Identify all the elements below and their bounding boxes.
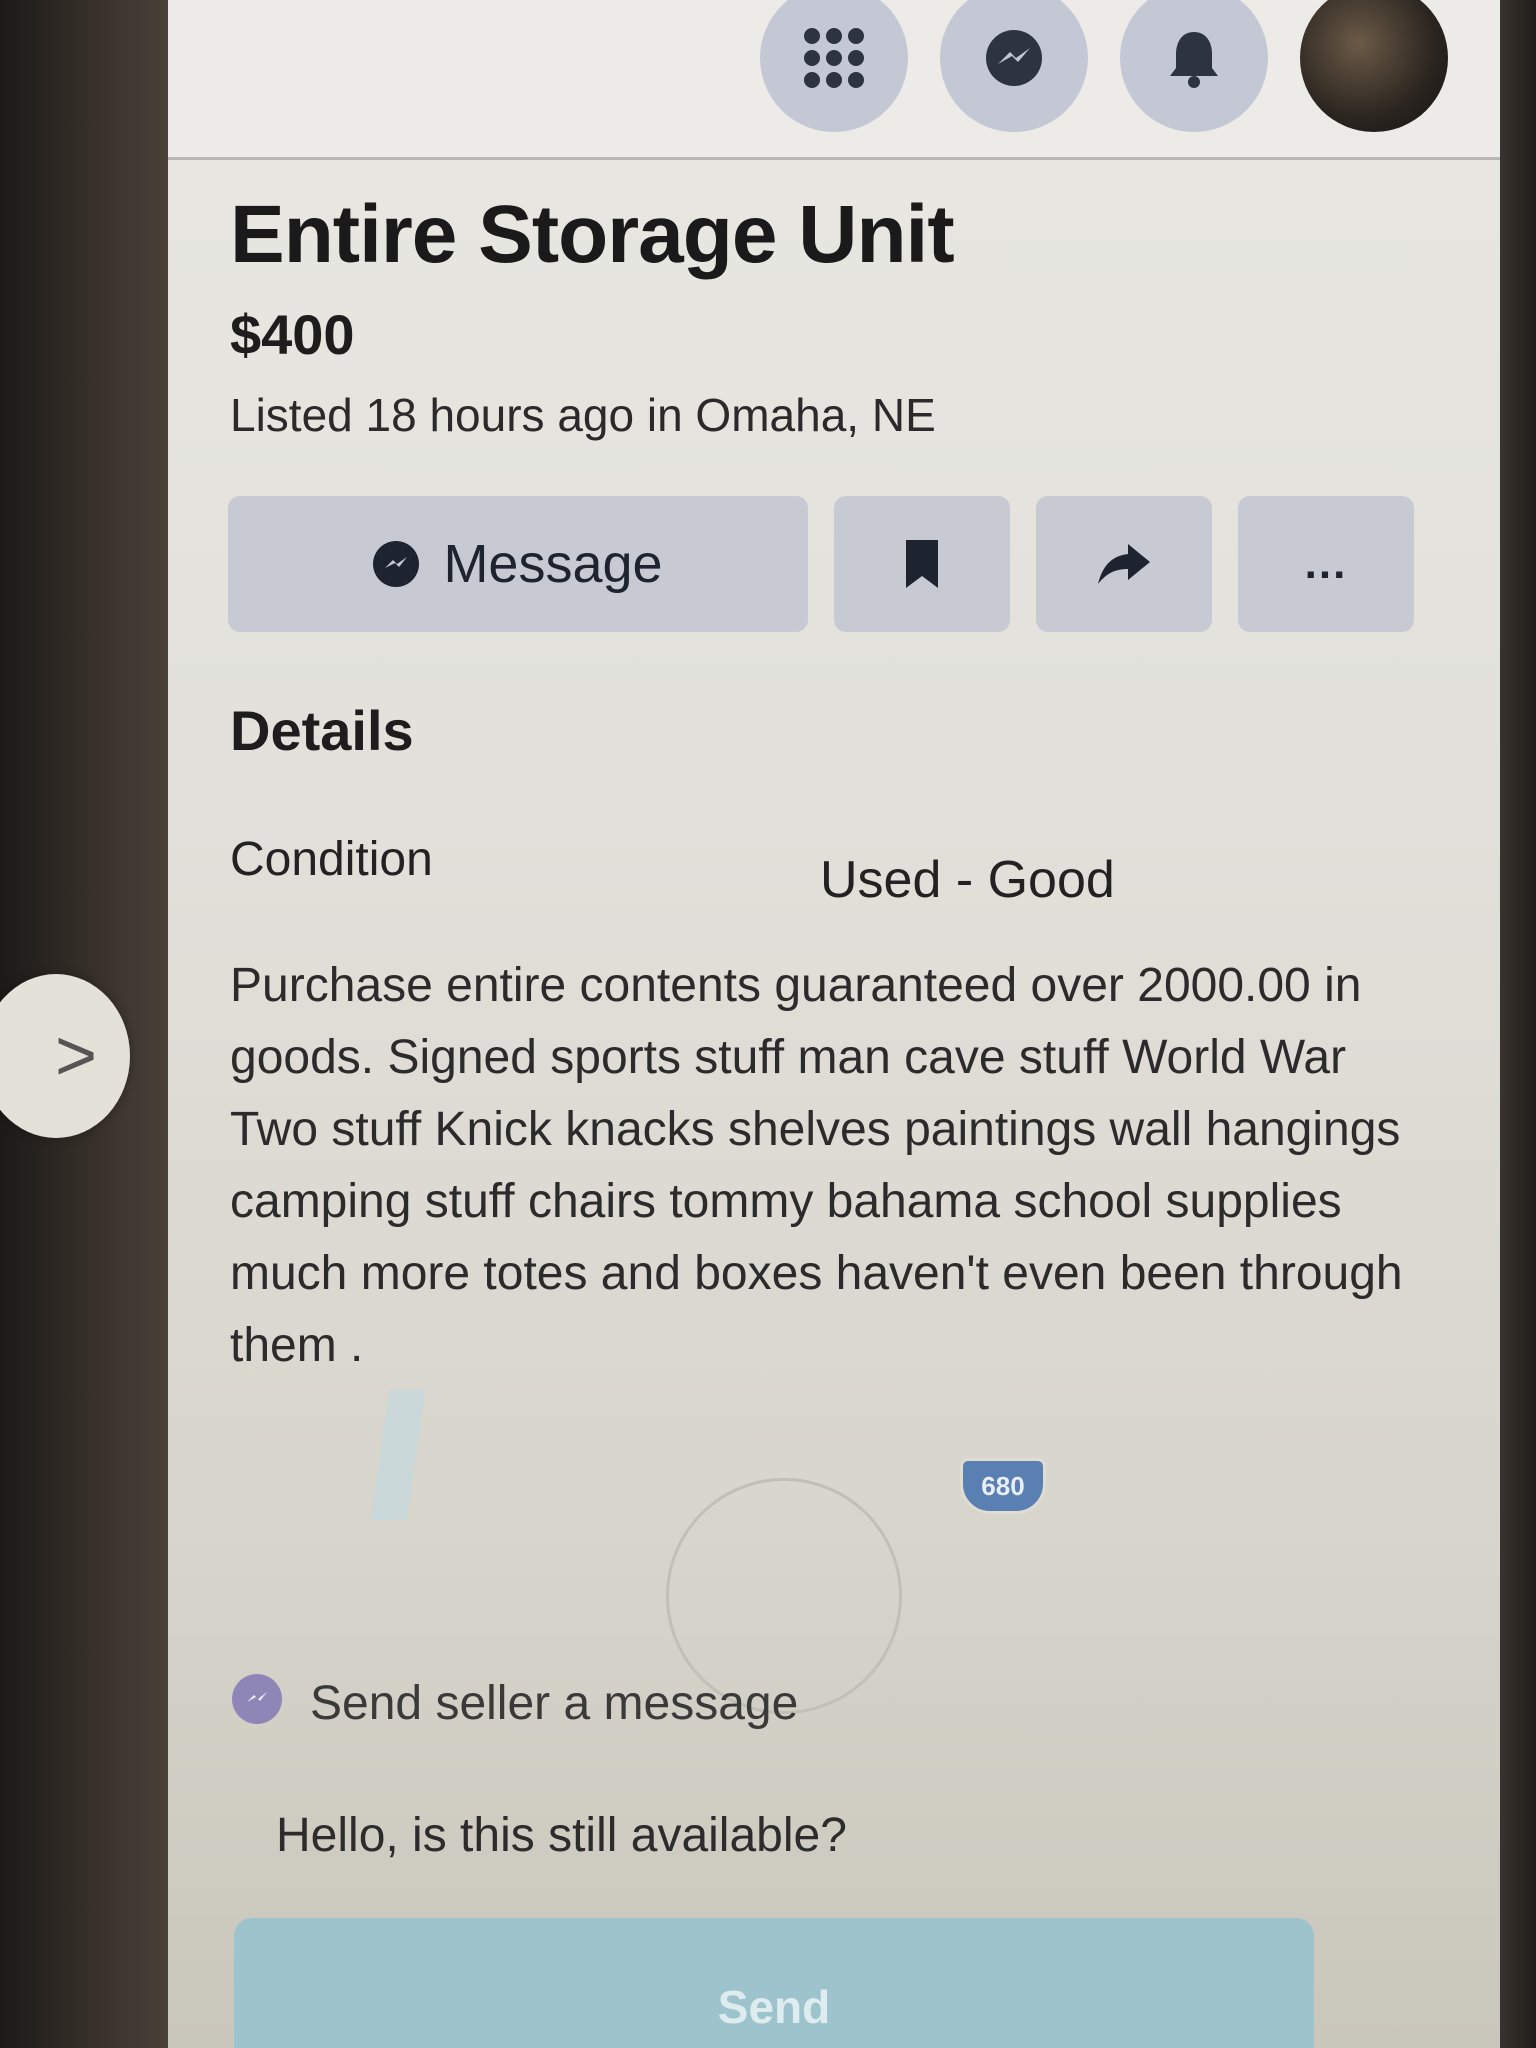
bookmark-icon bbox=[906, 540, 938, 588]
message-button-label: Message bbox=[443, 534, 663, 594]
messenger-icon bbox=[373, 541, 420, 587]
top-navigation-bar bbox=[168, 0, 1500, 160]
condition-label: Condition bbox=[230, 833, 433, 886]
send-button[interactable]: Send bbox=[234, 1918, 1314, 2048]
send-seller-message-label: Send seller a message bbox=[310, 1677, 799, 1730]
message-button[interactable]: Message bbox=[228, 496, 808, 632]
share-icon bbox=[1098, 544, 1150, 584]
listing-description: Purchase entire contents guaranteed over… bbox=[230, 959, 1403, 1372]
messenger-icon bbox=[232, 1674, 282, 1724]
more-icon: ... bbox=[1304, 539, 1348, 588]
save-button[interactable] bbox=[834, 496, 1010, 632]
menu-icon[interactable] bbox=[760, 0, 908, 132]
notifications-icon[interactable] bbox=[1120, 0, 1268, 132]
seller-message-input[interactable] bbox=[228, 1760, 1388, 1910]
map-road bbox=[370, 1390, 426, 1520]
marketplace-listing-panel: Entire Storage Unit $400 Listed 18 hours… bbox=[168, 0, 1500, 2048]
share-button[interactable] bbox=[1036, 496, 1212, 632]
chevron-right-icon: > bbox=[54, 1016, 98, 1096]
highway-shield: 680 bbox=[960, 1458, 1046, 1514]
listing-meta: Listed 18 hours ago in Omaha, NE bbox=[230, 389, 936, 441]
details-heading: Details bbox=[230, 699, 414, 762]
messenger-icon[interactable] bbox=[940, 0, 1088, 132]
avatar[interactable] bbox=[1300, 0, 1448, 132]
listing-title: Entire Storage Unit bbox=[230, 189, 955, 280]
more-options-button[interactable]: ... bbox=[1238, 496, 1414, 632]
monitor-bezel-right bbox=[1496, 0, 1536, 2048]
listing-price: $400 bbox=[230, 303, 355, 366]
condition-value: Used - Good bbox=[820, 851, 1115, 909]
